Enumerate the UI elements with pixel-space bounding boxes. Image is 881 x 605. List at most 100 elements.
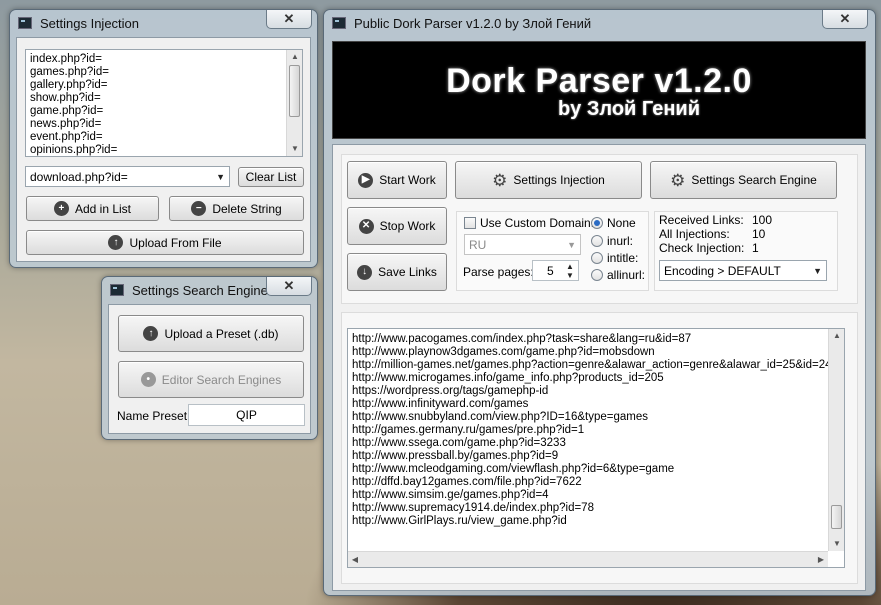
- scroll-left-icon[interactable]: ◀: [348, 552, 362, 567]
- list-item[interactable]: http://www.supremacy1914.de/index.php?id…: [348, 502, 844, 515]
- checkbox-box[interactable]: [464, 217, 476, 229]
- chevron-down-icon[interactable]: ▼: [216, 172, 225, 182]
- banner-subtitle: by Злой Гений: [557, 98, 701, 120]
- close-button[interactable]: ✕: [822, 10, 868, 29]
- arrow-up-icon: ↑: [143, 326, 159, 341]
- list-item[interactable]: http://www.GirlPlays.ru/view_game.php?id: [348, 515, 844, 528]
- upload-from-file-label: Upload From File: [129, 235, 222, 250]
- console-icon: [18, 17, 32, 29]
- console-icon: [110, 284, 124, 296]
- stop-icon: ✕: [358, 218, 374, 234]
- save-links-label: Save Links: [378, 265, 437, 279]
- settings-search-engine-button[interactable]: ⚙ Settings Search Engine: [650, 161, 837, 199]
- chevron-down-icon[interactable]: ▼: [813, 266, 822, 276]
- main-window: Public Dork Parser v1.2.0 by Злой Гений …: [323, 9, 876, 596]
- list-item[interactable]: http://www.simsim.ge/games.php?id=4: [348, 489, 844, 502]
- radio-indicator[interactable]: [591, 217, 603, 229]
- save-links-button[interactable]: ↓ Save Links: [347, 253, 447, 291]
- list-item[interactable]: http://www.ssega.com/game.php?id=3233: [348, 437, 844, 450]
- list-item[interactable]: http://dffd.bay12games.com/file.php?id=7…: [348, 476, 844, 489]
- parse-pages-label: Parse pages:: [463, 265, 534, 279]
- parse-pages-value: 5: [547, 263, 554, 278]
- all-injections-label: All Injections:: [659, 227, 730, 241]
- banner-logo: Dork Parser v1.2.0 by Злой Гений: [332, 41, 866, 139]
- scroll-thumb[interactable]: [289, 65, 300, 117]
- radio-indicator[interactable]: [591, 269, 603, 281]
- list-item[interactable]: gallery.php?id=: [26, 79, 302, 92]
- scroll-right-icon[interactable]: ▶: [814, 552, 828, 567]
- list-item[interactable]: http://www.snubbyland.com/view.php?ID=16…: [348, 411, 844, 424]
- clear-list-button[interactable]: Clear List: [238, 167, 304, 187]
- list-item[interactable]: http://www.mcleodgaming.com/viewflash.ph…: [348, 463, 844, 476]
- window-title: Settings Search Engine: [132, 282, 268, 298]
- scroll-down-icon[interactable]: ▼: [287, 142, 302, 156]
- close-button[interactable]: ✕: [266, 277, 312, 296]
- domain-combo[interactable]: RU ▼: [464, 234, 581, 255]
- scroll-up-icon[interactable]: ▲: [287, 50, 302, 64]
- vertical-scrollbar[interactable]: ▲ ▼: [828, 329, 844, 551]
- check-injection-value: 1: [752, 241, 759, 255]
- add-in-list-button[interactable]: + Add in List: [26, 196, 159, 221]
- list-item[interactable]: event.php?id=: [26, 131, 302, 144]
- injection-list[interactable]: index.php?id= games.php?id= gallery.php?id…: [25, 49, 303, 157]
- close-button[interactable]: ✕: [266, 10, 312, 29]
- scroll-thumb[interactable]: [831, 505, 842, 529]
- horizontal-scrollbar[interactable]: ◀ ▶: [348, 551, 828, 567]
- list-item[interactable]: opinions.php?id=: [26, 144, 302, 156]
- radio-indicator[interactable]: [591, 252, 603, 264]
- scroll-up-icon[interactable]: ▲: [829, 329, 844, 343]
- settings-search-engine-label: Settings Search Engine: [691, 173, 817, 187]
- editor-search-engines-button[interactable]: • Editor Search Engines: [118, 361, 304, 398]
- list-item[interactable]: games.php?id=: [26, 66, 302, 79]
- chevron-down-icon[interactable]: ▼: [567, 240, 576, 250]
- upload-preset-label: Upload a Preset (.db): [164, 326, 279, 341]
- received-links-value: 100: [752, 213, 773, 227]
- domain-value: RU: [469, 237, 487, 252]
- radio-indicator[interactable]: [591, 235, 603, 247]
- dot-icon: •: [140, 372, 156, 387]
- scroll-down-icon[interactable]: ▼: [829, 537, 844, 551]
- list-item[interactable]: game.php?id=: [26, 105, 302, 118]
- list-item[interactable]: http://million-games.net/games.php?actio…: [348, 359, 844, 372]
- plus-icon: +: [53, 201, 69, 216]
- radio-allinurl-label: allinurl:: [607, 268, 646, 282]
- radio-none-label: None: [607, 216, 636, 230]
- main-titlebar: Public Dork Parser v1.2.0 by Злой Гений: [324, 10, 875, 36]
- gear-icon: ⚙: [492, 170, 508, 190]
- window-title: Settings Injection: [40, 15, 140, 31]
- list-item[interactable]: news.php?id=: [26, 118, 302, 131]
- window-title: Public Dork Parser v1.2.0 by Злой Гений: [354, 15, 592, 31]
- list-item[interactable]: http://www.microgames.info/game_info.php…: [348, 372, 844, 385]
- spin-arrows-icon[interactable]: ▲ ▼: [566, 262, 576, 280]
- settings-injection-window: Settings Injection ✕ index.php?id= games.…: [9, 9, 318, 268]
- settings-injection-button[interactable]: ⚙ Settings Injection: [455, 161, 642, 199]
- start-work-label: Start Work: [379, 173, 436, 187]
- name-preset-input[interactable]: QIP: [188, 404, 305, 426]
- links-list[interactable]: http://www.pacogames.com/index.php?task=…: [347, 328, 845, 568]
- upload-from-file-button[interactable]: ↑ Upload From File: [26, 230, 304, 255]
- list-item[interactable]: https://wordpress.org/tags/gamephp-id: [348, 385, 844, 398]
- start-work-button[interactable]: ▶ Start Work: [347, 161, 447, 199]
- radio-inurl[interactable]: inurl:: [591, 234, 633, 248]
- injection-combo[interactable]: download.php?id= ▼: [25, 166, 230, 187]
- list-item[interactable]: http://www.pressball.by/games.php?id=9: [348, 450, 844, 463]
- list-item[interactable]: http://games.germany.ru/games/pre.php?id…: [348, 424, 844, 437]
- encoding-combo[interactable]: Encoding > DEFAULT ▼: [659, 260, 827, 281]
- list-item[interactable]: show.php?id=: [26, 92, 302, 105]
- delete-string-button[interactable]: − Delete String: [169, 196, 304, 221]
- stop-work-button[interactable]: ✕ Stop Work: [347, 207, 447, 245]
- vertical-scrollbar[interactable]: ▲ ▼: [286, 50, 302, 156]
- radio-allinurl[interactable]: allinurl:: [591, 268, 645, 282]
- add-in-list-label: Add in List: [74, 201, 132, 216]
- upload-preset-button[interactable]: ↑ Upload a Preset (.db): [118, 315, 304, 352]
- list-item[interactable]: http://www.playnow3dgames.com/game.php?i…: [348, 346, 844, 359]
- play-icon: ▶: [358, 172, 374, 188]
- radio-intitle[interactable]: intitle:: [591, 251, 638, 265]
- parse-pages-stepper[interactable]: 5 ▲ ▼: [532, 260, 579, 281]
- settings-injection-client: index.php?id= games.php?id= gallery.php?id…: [16, 37, 311, 262]
- list-item[interactable]: index.php?id=: [26, 53, 302, 66]
- list-item[interactable]: http://www.infinityward.com/games: [348, 398, 844, 411]
- list-item[interactable]: http://www.pacogames.com/index.php?task=…: [348, 333, 844, 346]
- radio-none[interactable]: None: [591, 216, 636, 230]
- use-custom-domain-checkbox[interactable]: Use Custom Domain:: [464, 216, 594, 230]
